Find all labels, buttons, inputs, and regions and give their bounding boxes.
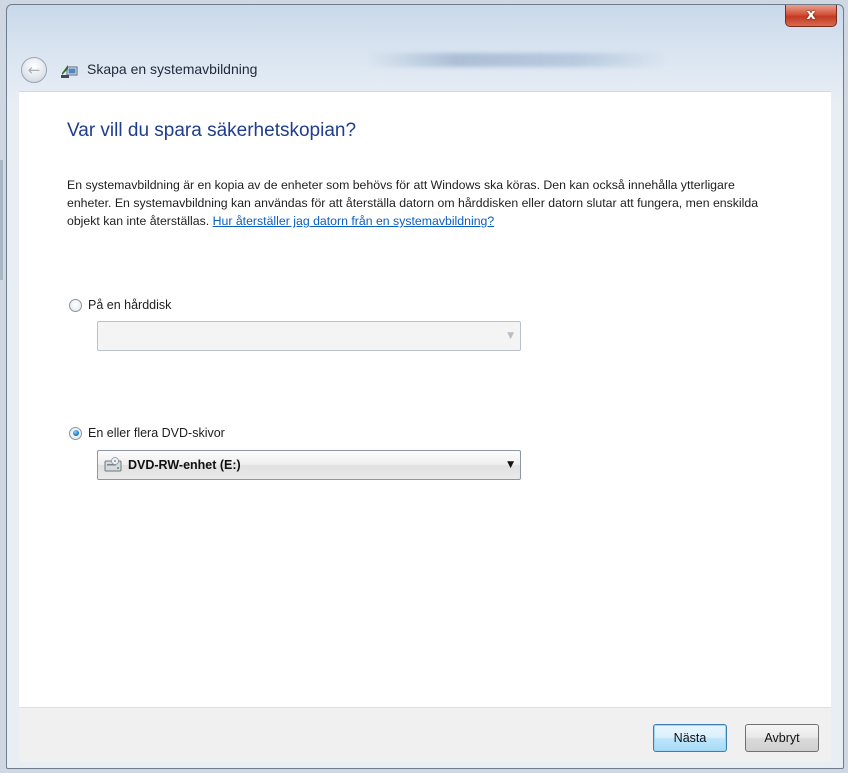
cancel-button[interactable]: Avbryt xyxy=(745,724,819,752)
help-link[interactable]: Hur återställer jag datorn från en syste… xyxy=(213,214,495,228)
chevron-down-icon: ▼ xyxy=(507,460,514,470)
wizard-footer: Nästa Avbryt xyxy=(19,707,831,762)
page-heading: Var vill du spara säkerhetskopian? xyxy=(67,120,357,141)
option-hard-disk[interactable]: På en hårddisk xyxy=(69,298,171,312)
description-text: En systemavbildning är en kopia av de en… xyxy=(67,176,767,230)
dvd-drive-icon xyxy=(104,457,122,472)
wizard-window: x ← Skapa en systemavbildning Var vill d… xyxy=(6,4,844,769)
option-dvd[interactable]: En eller flera DVD-skivor xyxy=(69,426,225,440)
window-edge xyxy=(0,160,3,280)
chevron-down-icon: ▼ xyxy=(507,331,514,341)
hard-disk-dropdown: ▼ xyxy=(97,321,521,351)
wizard-content: Var vill du spara säkerhetskopian? En sy… xyxy=(19,91,831,708)
background-window-title-blur xyxy=(367,53,667,67)
dvd-label[interactable]: En eller flera DVD-skivor xyxy=(88,426,225,440)
window-title: Skapa en systemavbildning xyxy=(87,61,258,77)
back-button[interactable]: ← xyxy=(21,57,47,83)
system-image-icon xyxy=(61,65,78,78)
dvd-drive-value: DVD-RW-enhet (E:) xyxy=(128,458,241,472)
close-button[interactable]: x xyxy=(785,5,837,27)
hard-disk-radio[interactable] xyxy=(69,298,82,312)
dvd-drive-dropdown[interactable]: DVD-RW-enhet (E:) ▼ xyxy=(97,450,521,480)
dvd-radio[interactable] xyxy=(69,426,82,440)
back-arrow-icon: ← xyxy=(27,61,41,79)
title-bar[interactable]: x xyxy=(7,5,843,67)
close-icon: x xyxy=(806,7,816,23)
next-button[interactable]: Nästa xyxy=(653,724,727,752)
hard-disk-label[interactable]: På en hårddisk xyxy=(88,298,171,312)
